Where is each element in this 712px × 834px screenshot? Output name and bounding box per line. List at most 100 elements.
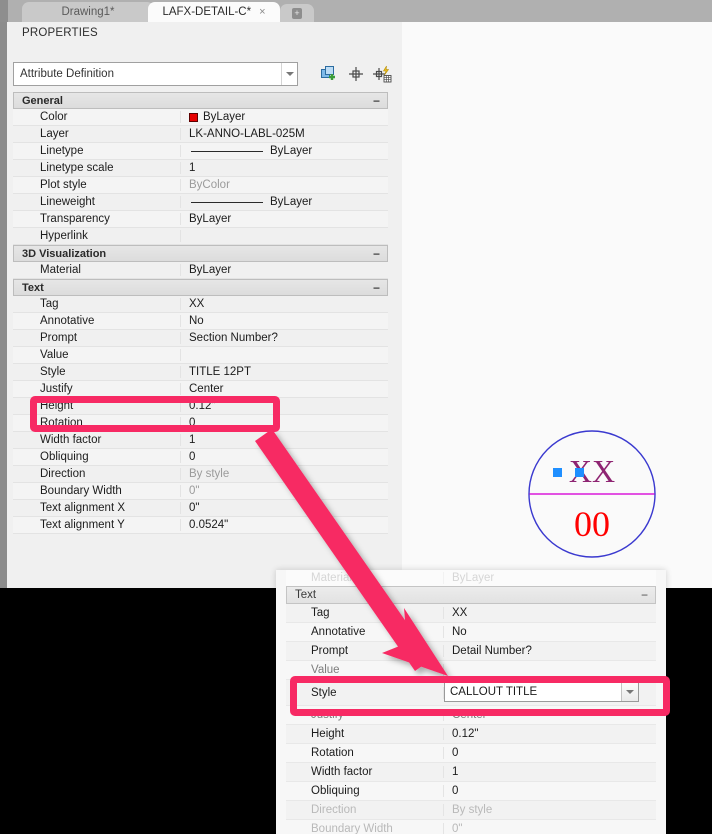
property-value[interactable]: ByLayer <box>181 145 388 157</box>
property-value[interactable]: ByLayer <box>181 264 388 276</box>
property-name: Tag <box>13 298 181 310</box>
property-value-text: TITLE 12PT <box>189 366 251 378</box>
property-row[interactable]: Hyperlink <box>13 228 388 245</box>
property-name: Annotative <box>13 315 181 327</box>
property-value[interactable]: 0.12" <box>181 400 388 412</box>
property-name: Prompt <box>286 645 444 657</box>
property-row[interactable]: Rotation 0 <box>286 744 656 763</box>
property-value[interactable]: No <box>181 315 388 327</box>
property-value[interactable]: 0.12" <box>444 728 656 740</box>
style-dropdown-input[interactable]: CALLOUT TITLE <box>444 682 639 702</box>
property-category-header[interactable]: General − <box>13 92 388 109</box>
quick-select-icon[interactable] <box>345 63 367 85</box>
property-row[interactable]: Height 0.12" <box>286 725 656 744</box>
property-row[interactable]: Linetype scale 1 <box>13 160 388 177</box>
close-icon[interactable]: × <box>259 6 265 18</box>
property-value[interactable]: 0 <box>444 785 656 797</box>
property-row[interactable]: Layer LK-ANNO-LABL-025M <box>13 126 388 143</box>
property-value[interactable]: Center <box>181 383 388 395</box>
property-row[interactable]: Width factor 1 <box>286 763 656 782</box>
property-value[interactable]: 0" <box>444 823 656 834</box>
property-value-text: XX <box>189 298 205 310</box>
property-name: Linetype <box>13 145 181 157</box>
property-row[interactable]: Prompt Section Number? <box>13 330 388 347</box>
property-value[interactable]: ByColor <box>181 179 388 191</box>
property-value[interactable]: Section Number? <box>181 332 388 344</box>
property-row[interactable]: Justify Center <box>13 381 388 398</box>
chevron-down-icon[interactable] <box>281 63 297 85</box>
property-value[interactable]: Center <box>444 709 656 721</box>
property-row[interactable]: Obliquing 0 <box>13 449 388 466</box>
property-value[interactable]: 0 <box>181 417 388 429</box>
property-name: Layer <box>13 128 181 140</box>
property-row[interactable]: Transparency ByLayer <box>13 211 388 228</box>
property-name: Style <box>13 366 181 378</box>
property-value[interactable]: 1 <box>181 162 388 174</box>
chevron-down-icon[interactable] <box>621 683 638 701</box>
callout-symbol-drawing[interactable]: XX 00 <box>522 424 662 564</box>
property-row[interactable]: Plot style ByColor <box>13 177 388 194</box>
property-row[interactable]: Obliquing 0 <box>286 782 656 801</box>
property-row[interactable]: Text alignment X 0" <box>13 500 388 517</box>
property-value[interactable]: LK-ANNO-LABL-025M <box>181 128 388 140</box>
property-row[interactable]: Material ByLayer <box>13 262 388 279</box>
property-value[interactable]: ByLayer <box>181 196 388 208</box>
file-tab-strip: Drawing1* LAFX-DETAIL-C* × + <box>0 0 712 22</box>
property-row[interactable]: Height 0.12" <box>13 398 388 415</box>
property-value[interactable]: By style <box>444 804 656 816</box>
property-category-header[interactable]: Text − <box>13 279 388 296</box>
property-value[interactable]: 0 <box>444 747 656 759</box>
property-value[interactable]: 0" <box>181 485 388 497</box>
property-row[interactable]: Direction By style <box>13 466 388 483</box>
property-value[interactable]: 0 <box>181 451 388 463</box>
property-value[interactable]: 1 <box>181 434 388 446</box>
property-value[interactable]: 0.0524" <box>181 519 388 531</box>
property-row[interactable]: Annotative No <box>286 623 656 642</box>
property-row[interactable]: Rotation 0 <box>13 415 388 432</box>
property-row[interactable]: Boundary Width 0" <box>286 820 656 834</box>
property-list[interactable]: General − Color ByLayer Layer LK-ANNO-LABL-02… <box>13 92 388 534</box>
property-value[interactable]: 1 <box>444 766 656 778</box>
quick-select-calc-icon[interactable] <box>371 63 393 85</box>
property-value[interactable]: 0" <box>181 502 388 514</box>
property-value[interactable]: ByLayer <box>181 213 388 225</box>
property-row[interactable]: Text alignment Y 0.0524" <box>13 517 388 534</box>
secondary-property-list[interactable]: Material ByLayer Text − Tag XX Annotative No Pro… <box>286 570 656 834</box>
property-row[interactable]: Color ByLayer <box>13 109 388 126</box>
property-category-label: Text <box>295 589 317 601</box>
property-value[interactable]: ByLayer <box>181 111 388 123</box>
property-value[interactable]: XX <box>444 607 656 619</box>
property-row[interactable]: Value <box>13 347 388 364</box>
property-row-style[interactable]: Style CALLOUT TITLE <box>286 680 656 706</box>
property-row[interactable]: Style TITLE 12PT <box>13 364 388 381</box>
new-tab-button[interactable]: + <box>280 4 314 22</box>
property-category-header[interactable]: 3D Visualization − <box>13 245 388 262</box>
file-tab-lafx-detail[interactable]: LAFX-DETAIL-C* × <box>148 2 280 22</box>
property-value[interactable]: XX <box>181 298 388 310</box>
property-category-header[interactable]: Text − <box>286 586 656 604</box>
collapse-icon[interactable]: − <box>373 95 380 107</box>
property-row[interactable]: Boundary Width 0" <box>13 483 388 500</box>
property-row[interactable]: Direction By style <box>286 801 656 820</box>
file-tab-drawing1[interactable]: Drawing1* <box>22 2 154 22</box>
property-row[interactable]: Tag XX <box>13 296 388 313</box>
property-value[interactable]: No <box>444 626 656 638</box>
property-row[interactable]: Value <box>286 661 656 680</box>
property-value[interactable]: Detail Number? <box>444 645 656 657</box>
property-row[interactable]: Prompt Detail Number? <box>286 642 656 661</box>
select-objects-icon[interactable] <box>318 63 340 85</box>
property-row[interactable]: Linetype ByLayer <box>13 143 388 160</box>
object-type-combo[interactable]: Attribute Definition <box>13 62 298 86</box>
property-row[interactable]: Lineweight ByLayer <box>13 194 388 211</box>
property-value[interactable]: By style <box>181 468 388 480</box>
property-row[interactable]: Justify Center <box>286 706 656 725</box>
palette-grip-bar[interactable] <box>0 22 7 588</box>
property-row[interactable]: Tag XX <box>286 604 656 623</box>
property-row[interactable]: Width factor 1 <box>13 432 388 449</box>
collapse-icon[interactable]: − <box>641 589 648 601</box>
property-value[interactable]: TITLE 12PT <box>181 366 388 378</box>
screenshot-root: Drawing1* LAFX-DETAIL-C* × + PROPERTIES … <box>0 0 712 834</box>
collapse-icon[interactable]: − <box>373 248 380 260</box>
property-row[interactable]: Annotative No <box>13 313 388 330</box>
collapse-icon[interactable]: − <box>373 282 380 294</box>
